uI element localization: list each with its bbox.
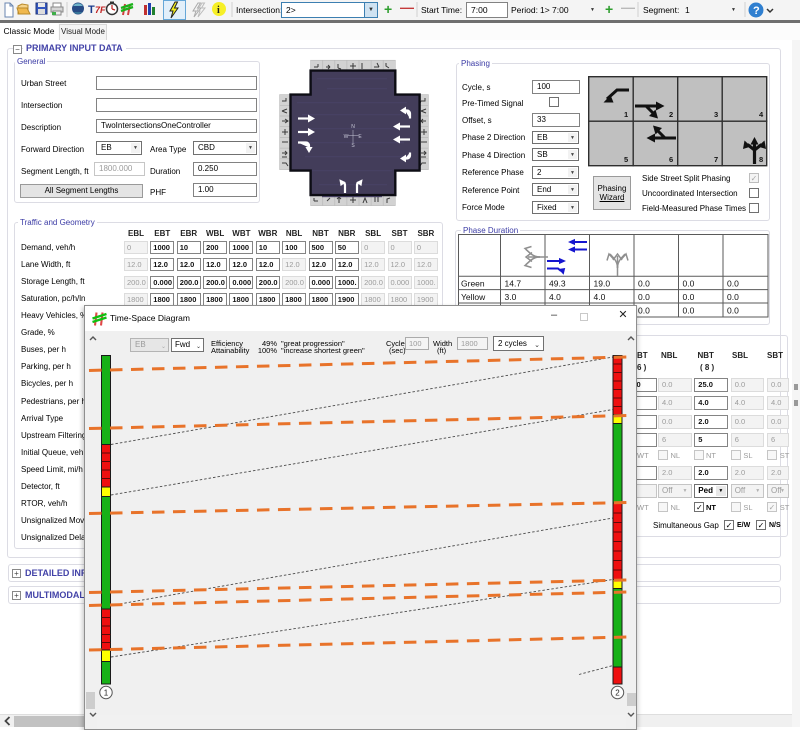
svg-text:7F: 7F <box>95 5 106 15</box>
svg-text:7: 7 <box>714 155 718 164</box>
svg-text:5: 5 <box>624 155 628 164</box>
svg-text:49.3: 49.3 <box>549 279 566 289</box>
svg-text:Green: Green <box>461 279 485 289</box>
svg-text:0.0: 0.0 <box>727 306 739 316</box>
svg-text:4.0: 4.0 <box>549 292 561 302</box>
svg-text:3: 3 <box>714 110 718 119</box>
svg-text:0.0: 0.0 <box>683 292 695 302</box>
svg-text:0.0: 0.0 <box>727 279 739 289</box>
svg-text:Yellow: Yellow <box>461 292 486 302</box>
svg-text:i: i <box>217 5 220 16</box>
svg-text:14.7: 14.7 <box>505 279 522 289</box>
svg-text:?: ? <box>753 5 760 17</box>
svg-text:0.0: 0.0 <box>638 292 650 302</box>
svg-text:0.0: 0.0 <box>638 306 650 316</box>
svg-text:8: 8 <box>759 155 763 164</box>
svg-text:N: N <box>351 124 355 130</box>
svg-text:2: 2 <box>615 689 620 698</box>
svg-text:T: T <box>88 4 95 16</box>
svg-text:0.0: 0.0 <box>727 292 739 302</box>
svg-text:1: 1 <box>624 110 628 119</box>
svg-text:0.0: 0.0 <box>638 279 650 289</box>
svg-text:0.0: 0.0 <box>683 306 695 316</box>
svg-text:1: 1 <box>104 689 109 698</box>
svg-text:0.0: 0.0 <box>683 279 695 289</box>
svg-text:19.0: 19.0 <box>594 279 611 289</box>
svg-text:W: W <box>344 134 349 140</box>
svg-text:2: 2 <box>669 110 673 119</box>
svg-text:3.0: 3.0 <box>505 292 517 302</box>
svg-text:4.0: 4.0 <box>594 292 606 302</box>
svg-text:6: 6 <box>669 155 673 164</box>
